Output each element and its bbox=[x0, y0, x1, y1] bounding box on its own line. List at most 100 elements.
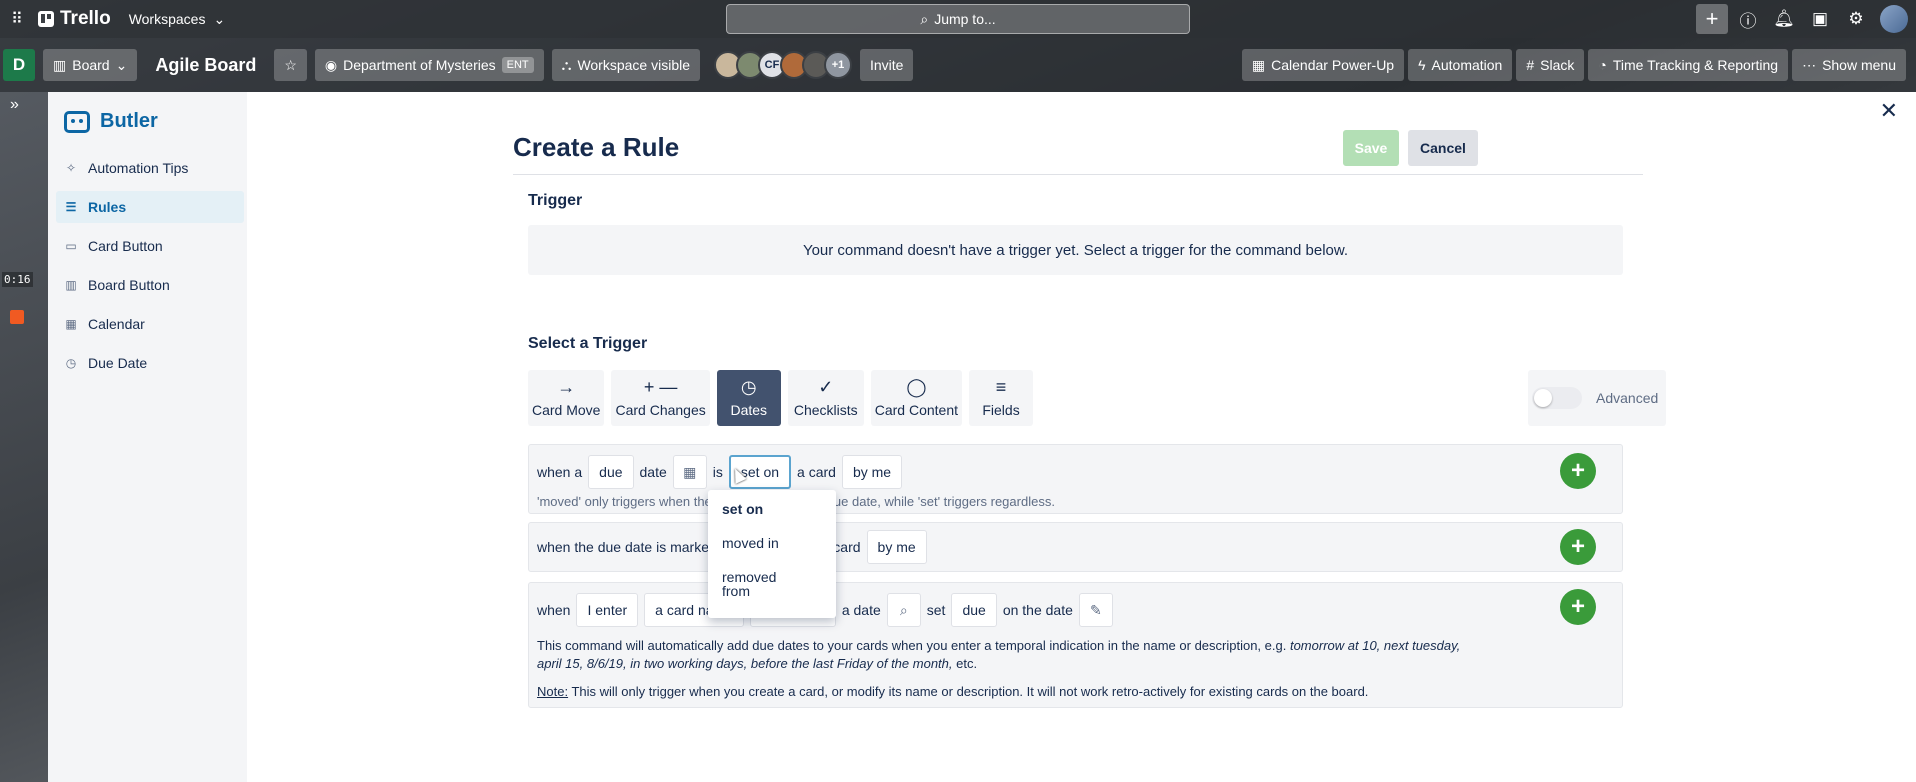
recording-timer: 0:16 bbox=[2, 272, 33, 287]
plus-icon[interactable]: + bbox=[1696, 4, 1728, 34]
date-type-select[interactable]: due bbox=[588, 455, 634, 489]
butler-panel: Butler ✧ Automation Tips ☰ Rules ▭ Card But… bbox=[48, 92, 1916, 782]
tab-fields[interactable]: ≡ Fields bbox=[969, 370, 1034, 426]
sidebar-item-label: Calendar bbox=[88, 316, 145, 332]
tab-dates[interactable]: ◷ Dates bbox=[716, 370, 781, 426]
invite-button[interactable]: Invite bbox=[860, 49, 914, 81]
trigger-heading: Trigger bbox=[528, 192, 583, 209]
tab-card-changes[interactable]: + — Card Changes bbox=[611, 370, 710, 426]
sidebar-item-automation-tips[interactable]: ✧ Automation Tips bbox=[56, 152, 244, 184]
avatar[interactable] bbox=[1880, 5, 1908, 33]
expand-sidebar-icon[interactable]: » bbox=[10, 96, 19, 114]
board-header: D ▥ Board ⌄ Agile Board ☆ ◉ Department o… bbox=[0, 38, 1916, 92]
workspace-badge[interactable]: D bbox=[3, 49, 35, 81]
search-icon: ⌕ bbox=[920, 10, 929, 27]
butler-title: Butler bbox=[100, 110, 158, 132]
dropdown-option-removed-from[interactable]: removed from bbox=[708, 562, 788, 606]
trello-logo[interactable]: Trello bbox=[38, 8, 111, 30]
save-button[interactable]: Save bbox=[1343, 130, 1399, 166]
board-icon: ▥ bbox=[65, 278, 77, 292]
trigger-placeholder: Your command doesn't have a trigger yet.… bbox=[528, 225, 1623, 275]
description-text: This command will automatically add due … bbox=[537, 638, 1287, 653]
tab-label: Checklists bbox=[793, 402, 858, 418]
tab-label: Card Move bbox=[532, 402, 601, 418]
cancel-button[interactable]: Cancel bbox=[1408, 130, 1478, 166]
sparkle-icon: ✧ bbox=[65, 161, 77, 175]
static-text: a card bbox=[797, 464, 836, 480]
add-trigger-button[interactable]: + bbox=[1560, 529, 1596, 565]
workspace-name: Department of Mysteries bbox=[343, 57, 496, 73]
add-trigger-button[interactable]: + bbox=[1560, 589, 1596, 625]
tab-card-move[interactable]: → Card Move bbox=[528, 370, 605, 426]
calendar-icon[interactable]: ▦ bbox=[672, 455, 707, 489]
sidebar-item-card-button[interactable]: ▭ Card Button bbox=[56, 230, 244, 262]
dropdown-option-set-on[interactable]: set on bbox=[708, 494, 836, 524]
info-icon[interactable]: ⓘ bbox=[1732, 4, 1764, 34]
static-text: when bbox=[537, 602, 571, 618]
action-label: Time Tracking & Reporting bbox=[1612, 57, 1779, 73]
board-actions: ▦ Calendar Power-Up ϟ Automation # Slack… bbox=[1241, 49, 1906, 81]
butler-brand: Butler bbox=[64, 110, 158, 133]
search-input[interactable]: ⌕ Jump to... bbox=[726, 4, 1190, 34]
star-icon: ☆ bbox=[284, 56, 297, 73]
static-text: a date bbox=[841, 602, 881, 618]
tab-label: Fields bbox=[982, 402, 1020, 418]
board-title[interactable]: Agile Board bbox=[145, 49, 266, 81]
workspaces-menu[interactable]: Workspaces ⌄ bbox=[129, 11, 226, 28]
fields-icon: ≡ bbox=[995, 377, 1007, 397]
advanced-toggle[interactable]: Advanced bbox=[1528, 370, 1666, 426]
apps-icon[interactable]: ⠿ bbox=[0, 9, 34, 29]
tab-card-content[interactable]: ◯ Card Content bbox=[870, 370, 963, 426]
more-members[interactable]: +1 bbox=[824, 51, 852, 79]
actor-select[interactable]: by me bbox=[841, 455, 903, 489]
card-icon: ▭ bbox=[65, 239, 77, 253]
time-tracking-button[interactable]: ◔ Time Tracking & Reporting bbox=[1588, 49, 1789, 81]
close-icon[interactable]: ✕ bbox=[1880, 98, 1898, 124]
tab-checklists[interactable]: ✓ Checklists bbox=[787, 370, 864, 426]
trigger-option-date-in-name: when I enter a card name containing a da… bbox=[528, 582, 1623, 708]
workspace-button[interactable]: ◉ Department of Mysteries ENT bbox=[314, 49, 544, 81]
examples-text: tomorrow at 10, next tuesday, bbox=[1289, 638, 1461, 653]
trello-logo-icon bbox=[38, 11, 54, 27]
sidebar-item-rules[interactable]: ☰ Rules bbox=[56, 191, 244, 223]
static-text: card bbox=[833, 539, 861, 555]
toggle-switch[interactable] bbox=[1532, 387, 1582, 409]
visibility-button[interactable]: ⛬ Workspace visible bbox=[551, 49, 700, 81]
sidebar-item-label: Board Button bbox=[88, 277, 170, 293]
select-trigger-heading: Select a Trigger bbox=[528, 335, 648, 352]
gift-icon[interactable]: ▣ bbox=[1804, 4, 1836, 34]
actor-select[interactable]: by me bbox=[866, 530, 927, 564]
stop-recording-icon[interactable] bbox=[10, 310, 24, 324]
clock-icon: ◷ bbox=[740, 377, 757, 397]
sidebar-item-board-button[interactable]: ▥ Board Button bbox=[56, 269, 244, 301]
search-icon[interactable]: ⌕ bbox=[886, 593, 921, 627]
sidebar-item-calendar[interactable]: ▦ Calendar bbox=[56, 308, 244, 340]
note-text: This will only trigger when you create a… bbox=[571, 684, 1369, 699]
static-text: date bbox=[639, 464, 667, 480]
clock-icon: ◷ bbox=[65, 356, 77, 370]
stopwatch-icon: ◔ bbox=[1598, 57, 1607, 73]
gear-icon[interactable]: ⚙ bbox=[1840, 4, 1872, 34]
edit-icon[interactable]: ✎ bbox=[1078, 593, 1113, 627]
add-trigger-button[interactable]: + bbox=[1560, 453, 1596, 489]
tab-label: Card Changes bbox=[615, 402, 706, 418]
sidebar-item-due-date[interactable]: ◷ Due Date bbox=[56, 347, 244, 379]
action-select[interactable]: I enter bbox=[576, 593, 639, 627]
view-switcher[interactable]: ▥ Board ⌄ bbox=[43, 49, 138, 81]
star-button[interactable]: ☆ bbox=[274, 49, 307, 81]
date-type-select[interactable]: due bbox=[951, 593, 997, 627]
bell-icon[interactable]: 🔔︎ bbox=[1768, 4, 1800, 34]
sidebar-item-label: Rules bbox=[88, 199, 127, 215]
dropdown-option-moved-in[interactable]: moved in bbox=[708, 528, 836, 558]
automation-button[interactable]: ϟ Automation bbox=[1408, 49, 1513, 81]
calendar-powerup-button[interactable]: ▦ Calendar Power-Up bbox=[1241, 49, 1405, 81]
chevron-down-icon: ⌄ bbox=[115, 56, 128, 73]
header-right-actions: + ⓘ 🔔︎ ▣ ⚙ bbox=[1696, 0, 1916, 38]
people-icon: ⛬ bbox=[561, 56, 572, 73]
static-text: set bbox=[926, 602, 946, 618]
action-label: Automation bbox=[1431, 57, 1503, 73]
divider bbox=[513, 174, 1643, 175]
show-menu-button[interactable]: ⋯ Show menu bbox=[1792, 49, 1906, 81]
description-text: etc. bbox=[956, 656, 978, 671]
slack-button[interactable]: # Slack bbox=[1516, 49, 1585, 81]
